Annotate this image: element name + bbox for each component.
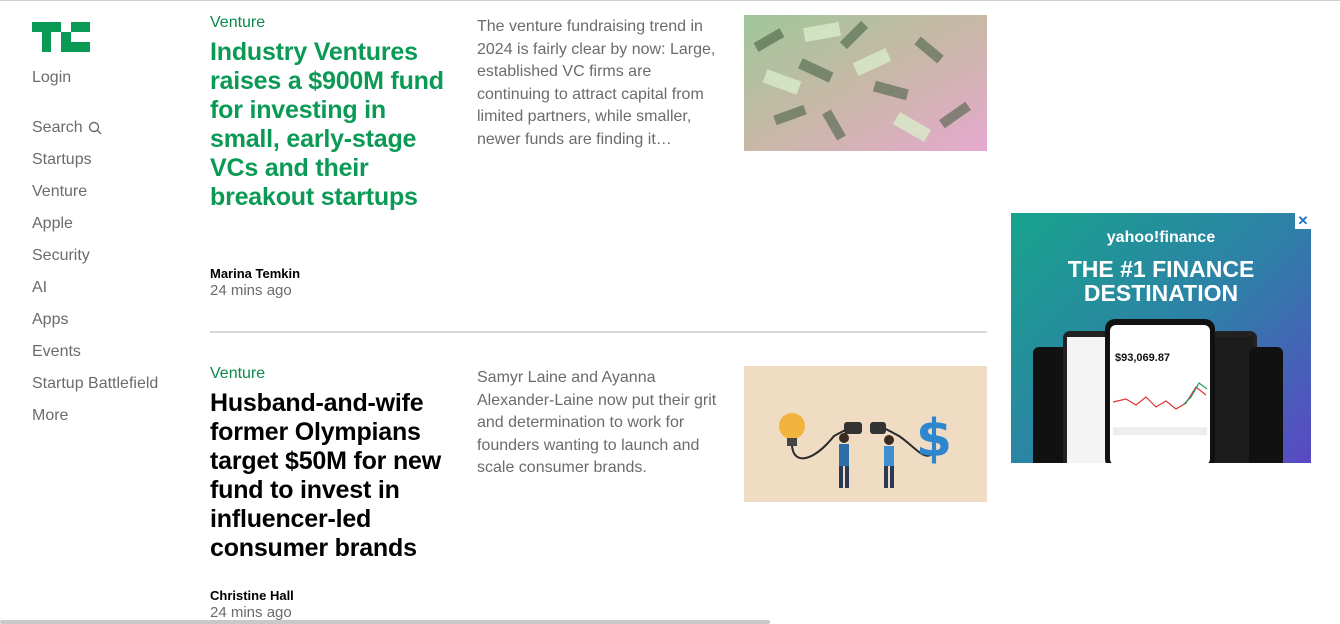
sidebar-item-startup-battlefield[interactable]: Startup Battlefield	[32, 375, 158, 407]
article-author[interactable]: Christine Hall	[210, 588, 294, 603]
article-time: 24 mins ago	[210, 282, 292, 299]
ad-headline-line1: THE #1 FINANCE	[1067, 256, 1255, 282]
article-summary: Samyr Laine and Ayanna Alexander-Laine n…	[477, 369, 717, 476]
phones-image: $93,069.87	[1033, 319, 1283, 463]
search-icon	[88, 121, 102, 135]
article-thumbnail[interactable]	[744, 15, 987, 151]
sidebar-item-apple[interactable]: Apple	[32, 215, 158, 247]
horizontal-scrollbar[interactable]	[0, 620, 770, 624]
ad-brand: yahoo!finance	[1106, 229, 1216, 246]
top-border	[0, 0, 1340, 1]
yahoo-finance-ad[interactable]: ✕ yahoo!finance THE #1 FINANCE DESTINATI…	[1011, 213, 1311, 463]
article-category[interactable]: Venture	[210, 14, 265, 32]
article-card: Venture Husband-and-wife former Olympian…	[210, 365, 987, 624]
money-image	[744, 15, 987, 151]
article-headline[interactable]: Industry Ventures raises a $900M fund fo…	[210, 38, 455, 212]
sidebar-item-search[interactable]: Search	[32, 119, 158, 151]
sidebar-item-label: Search	[32, 119, 83, 136]
article-card: Venture Industry Ventures raises a $900M…	[210, 14, 987, 332]
techcrunch-logo[interactable]	[32, 22, 90, 52]
phone-value: $93,069.87	[1115, 352, 1170, 364]
article-summary: The venture fundraising trend in 2024 is…	[477, 18, 716, 148]
sidebar-item-more[interactable]: More	[32, 407, 158, 439]
article-headline[interactable]: Husband-and-wife former Olympians target…	[210, 389, 460, 563]
sidebar-item-apps[interactable]: Apps	[32, 311, 158, 343]
article-divider	[210, 331, 987, 333]
article-author[interactable]: Marina Temkin	[210, 266, 300, 281]
article-time: 24 mins ago	[210, 604, 292, 621]
article-thumbnail[interactable]: $	[744, 366, 987, 502]
plug-illustration: $	[744, 366, 987, 502]
sidebar-item-venture[interactable]: Venture	[32, 183, 158, 215]
login-link[interactable]: Login	[32, 69, 71, 87]
ad-headline: THE #1 FINANCE DESTINATION	[1011, 257, 1311, 305]
sidebar-item-startups[interactable]: Startups	[32, 151, 158, 183]
sidebar-item-events[interactable]: Events	[32, 343, 158, 375]
ad-close-icon[interactable]: ✕	[1295, 213, 1311, 229]
svg-text:$: $	[916, 409, 952, 469]
sidebar-item-security[interactable]: Security	[32, 247, 158, 279]
article-category[interactable]: Venture	[210, 365, 265, 383]
sidebar-item-ai[interactable]: AI	[32, 279, 158, 311]
sidebar-nav: Search Startups Venture Apple Security A…	[32, 119, 158, 439]
ad-headline-line2: DESTINATION	[1083, 280, 1239, 306]
